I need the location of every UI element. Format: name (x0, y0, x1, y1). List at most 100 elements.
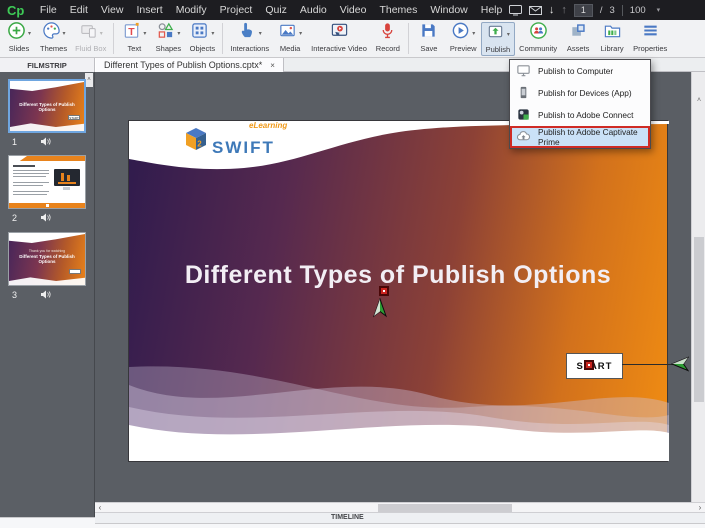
filmstrip-panel-header[interactable]: FILMSTRIP (0, 58, 95, 72)
mouse-click-marker[interactable] (379, 286, 389, 296)
slide-thumbnail-2[interactable] (8, 155, 86, 209)
brand-cube-icon: 2 (185, 127, 207, 156)
zoom-dropdown-icon[interactable]: ▾ (657, 6, 661, 14)
slide-title-text[interactable]: Different Types of Publish Options (129, 261, 667, 290)
menu-modify[interactable]: Modify (169, 0, 213, 20)
slide-thumbnail-1[interactable]: Different Types of Publish Options START (8, 79, 86, 133)
menu-video[interactable]: Video (333, 0, 373, 20)
brand-logo: 2 SWIFT eLearning (185, 127, 275, 156)
thumbnail-title: Different Types of Publish Options (11, 254, 83, 264)
thumbnail-subtitle: Thank you for watching (11, 249, 83, 253)
interactive-video-button[interactable]: Interactive Video (307, 22, 371, 54)
library-folder-icon (603, 21, 622, 45)
mouse-cursor-left-icon[interactable] (671, 356, 689, 377)
previous-slide-icon[interactable]: ↓ (549, 4, 555, 16)
thumbnail-heading-line (13, 165, 35, 167)
menu-project[interactable]: Project (213, 0, 259, 20)
properties-lines-icon (641, 21, 660, 45)
menu-quiz[interactable]: Quiz (259, 0, 294, 20)
themes-palette-icon (42, 21, 61, 45)
properties-button[interactable]: Properties (629, 22, 671, 54)
slide-thumbnail-3[interactable]: Thank you for watching Different Types o… (8, 232, 86, 286)
audio-speaker-icon[interactable] (40, 290, 51, 299)
svg-text:T: T (129, 27, 136, 38)
device-icon (516, 85, 531, 102)
menu-file[interactable]: File (33, 0, 63, 20)
toolbar-separator (222, 23, 223, 54)
assets-button[interactable]: Assets (561, 22, 595, 54)
thumbnail-text-line (13, 176, 46, 177)
email-icon[interactable] (529, 6, 542, 15)
thumbnail-text-line (13, 170, 49, 171)
themes-button[interactable]: ▾ Themes (36, 22, 71, 54)
scroll-up-icon[interactable]: ˄ (692, 97, 705, 104)
slide-2-meta: 2 (8, 211, 86, 224)
thumbnail-text-line (13, 194, 47, 195)
slide-number: 2 (12, 213, 17, 223)
start-button[interactable]: START (566, 353, 623, 379)
menu-audio[interactable]: Audio (293, 0, 333, 20)
shapes-icon (156, 21, 175, 45)
vertical-scrollbar[interactable]: ˄ (691, 72, 705, 502)
slides-button[interactable]: ▾ Slides (2, 22, 36, 54)
mouse-path-line (622, 364, 676, 365)
horizontal-scrollbar[interactable]: ‹ › (95, 502, 705, 513)
interactions-button[interactable]: ▾ Interactions (226, 22, 273, 54)
next-slide-icon[interactable]: ↑ (561, 4, 567, 16)
publish-button[interactable]: ▾ Publish (481, 22, 516, 56)
objects-button[interactable]: ▾ Objects (185, 22, 219, 54)
assets-icon (569, 21, 588, 45)
media-button[interactable]: ▾ Media (273, 22, 307, 54)
objects-icon (190, 21, 209, 45)
menu-item-publish-captivate-prime[interactable]: Publish to Adobe Captivate Prime (510, 126, 650, 148)
mouse-cursor-up-icon[interactable] (372, 298, 388, 323)
preview-button[interactable]: ▾ Preview (446, 22, 481, 54)
slide-number: 3 (12, 290, 17, 300)
tab-close-icon[interactable]: × (270, 61, 275, 70)
mouse-click-marker-start[interactable] (584, 360, 594, 370)
audio-speaker-icon[interactable] (40, 213, 51, 222)
menu-edit[interactable]: Edit (63, 0, 94, 20)
screen-capture-icon[interactable] (509, 5, 522, 16)
menu-insert[interactable]: Insert (130, 0, 169, 20)
thumbnail-play-dot (46, 204, 49, 207)
thumbnail-monitor-graphic (54, 169, 80, 186)
thumbnail-text-line (13, 191, 49, 192)
document-tab[interactable]: Different Types of Publish Options.cptx*… (95, 58, 284, 72)
toolbar-separator (113, 23, 114, 54)
slide-number-input[interactable]: 1 (574, 4, 593, 17)
adobe-connect-icon (516, 107, 531, 124)
horizontal-scroll-thumb[interactable] (378, 504, 512, 512)
save-button[interactable]: Save (412, 22, 446, 54)
document-tab-title: Different Types of Publish Options.cptx* (104, 60, 262, 70)
timeline-panel-header[interactable]: TIMELINE (95, 513, 705, 524)
thumbnail-text-line (13, 185, 43, 186)
text-button[interactable]: T▾ Text (117, 22, 151, 54)
publish-icon (486, 22, 505, 46)
community-button[interactable]: Community (515, 22, 561, 54)
menu-window[interactable]: Window (424, 0, 474, 20)
menu-item-publish-for-devices[interactable]: Publish for Devices (App) (510, 82, 650, 104)
filmstrip-scroll-up-icon[interactable]: ˄ (85, 73, 93, 87)
shapes-button[interactable]: ▾ Shapes (151, 22, 185, 54)
main-toolbar: ▾ Slides ▾ Themes ▾ Fluid Box T▾ Text ▾ … (0, 20, 705, 58)
menu-item-publish-adobe-connect[interactable]: Publish to Adobe Connect (510, 104, 650, 126)
vertical-scroll-thumb[interactable] (694, 237, 704, 402)
computer-icon (516, 63, 531, 80)
menu-themes[interactable]: Themes (373, 0, 424, 20)
menu-view[interactable]: View (94, 0, 130, 20)
menu-help[interactable]: Help (474, 0, 509, 20)
menu-item-publish-to-computer[interactable]: Publish to Computer (510, 60, 650, 82)
slide-stage[interactable]: 2 SWIFT eLearning Different Types of Pub… (128, 120, 668, 462)
record-microphone-icon (378, 21, 397, 45)
brand-name: SWIFT (212, 139, 275, 156)
record-button[interactable]: Record (371, 22, 405, 54)
library-button[interactable]: Library (595, 22, 629, 54)
slide-count-separator: / (600, 5, 603, 16)
thumbnail-text-line (13, 182, 49, 183)
audio-speaker-icon[interactable] (40, 137, 51, 146)
divider (622, 5, 623, 16)
cloud-upload-icon (516, 129, 531, 146)
interactive-video-icon (330, 21, 349, 45)
zoom-level-value[interactable]: 100 (630, 5, 646, 16)
